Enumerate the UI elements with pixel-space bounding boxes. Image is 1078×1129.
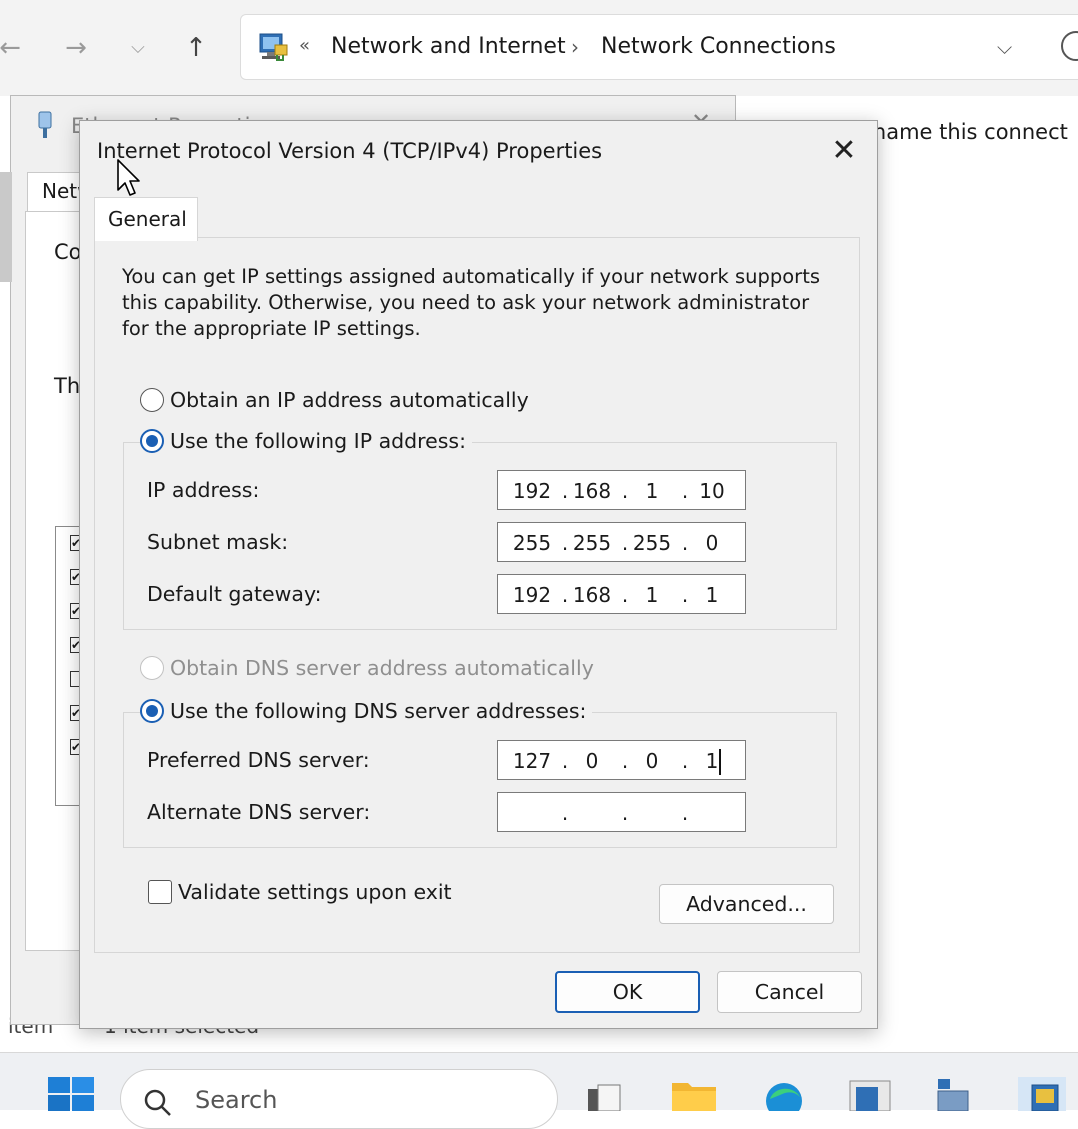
control-panel-icon[interactable]: [846, 1077, 894, 1111]
radio-checked-icon: [140, 699, 164, 723]
subnet-mask-label: Subnet mask:: [147, 530, 289, 554]
forward-button[interactable]: →: [58, 30, 94, 66]
intro-line: for the appropriate IP settings.: [122, 317, 421, 340]
intro-text: You can get IP settings assigned automat…: [122, 264, 822, 342]
advanced-button[interactable]: Advanced...: [659, 884, 834, 924]
alternate-dns-input[interactable]: . . .: [497, 792, 746, 832]
obtain-ip-automatically-label: Obtain an IP address automatically: [170, 388, 529, 412]
subnet-mask-input[interactable]: 255 . 255 . 255 . 0: [497, 522, 746, 562]
default-gateway-input[interactable]: 192 . 168 . 1 . 1: [497, 574, 746, 614]
breadcrumb-network-connections[interactable]: Network Connections: [601, 34, 836, 59]
explorer-toolbar: ← → ⌵ ↑ « Network and Internet › Network…: [0, 0, 1078, 96]
breadcrumb-overflow[interactable]: «: [299, 35, 310, 56]
windows-start-icon[interactable]: [48, 1077, 96, 1111]
network-app-icon[interactable]: [932, 1077, 980, 1111]
network-connections-app-icon[interactable]: [1018, 1077, 1066, 1111]
edge-browser-icon[interactable]: [760, 1077, 808, 1111]
back-button[interactable]: ←: [0, 30, 28, 66]
ipv4-properties-dialog: Internet Protocol Version 4 (TCP/IPv4) P…: [79, 120, 878, 1029]
octet: 255: [572, 531, 612, 555]
radio-checked-icon: [140, 429, 164, 453]
up-button[interactable]: ↑: [178, 30, 214, 66]
recent-locations-button[interactable]: ⌵: [120, 30, 156, 66]
obtain-dns-automatically-radio[interactable]: Obtain DNS server address automatically: [140, 656, 600, 680]
taskbar: Search: [0, 1052, 1078, 1129]
intro-line: this capability. Otherwise, you need to …: [122, 291, 810, 314]
ip-address-input[interactable]: 192 . 168 . 1 . 10: [497, 470, 746, 510]
items-label: Th: [54, 374, 81, 398]
octet: 127: [512, 749, 552, 773]
alternate-dns-label: Alternate DNS server:: [147, 800, 371, 824]
octet: 1: [705, 749, 719, 773]
octet: 168: [572, 479, 612, 503]
ethernet-icon: [38, 111, 52, 138]
tab-general[interactable]: General: [94, 197, 198, 241]
validate-settings-checkbox[interactable]: Validate settings upon exit: [148, 880, 452, 904]
intro-line: You can get IP settings assigned automat…: [122, 265, 821, 288]
refresh-icon[interactable]: [1061, 31, 1078, 61]
octet: 1: [645, 479, 659, 503]
use-following-ip-radio[interactable]: Use the following IP address:: [140, 429, 473, 453]
octet: 255: [512, 531, 552, 555]
search-icon: [144, 1089, 171, 1116]
address-bar[interactable]: « Network and Internet › Network Connect…: [240, 14, 1078, 80]
file-explorer-icon[interactable]: [670, 1077, 718, 1111]
use-following-dns-label: Use the following DNS server addresses:: [170, 699, 587, 723]
address-dropdown-icon[interactable]: ⌵: [997, 35, 1012, 59]
octet: 10: [699, 479, 725, 503]
connect-using-label: Co: [54, 240, 82, 264]
octet: 0: [585, 749, 599, 773]
use-following-dns-radio[interactable]: Use the following DNS server addresses:: [140, 699, 593, 723]
breadcrumb-network-and-internet[interactable]: Network and Internet: [331, 34, 566, 59]
general-tab-panel: You can get IP settings assigned automat…: [94, 237, 860, 953]
octet: 0: [645, 749, 659, 773]
close-icon[interactable]: ✕: [822, 131, 866, 171]
octet: 0: [705, 531, 719, 555]
preferred-dns-label: Preferred DNS server:: [147, 748, 370, 772]
radio-disabled-icon: [140, 656, 164, 680]
octet: 255: [632, 531, 672, 555]
cancel-button[interactable]: Cancel: [717, 971, 862, 1013]
ok-button[interactable]: OK: [555, 971, 700, 1013]
octet: 1: [645, 583, 659, 607]
taskbar-search[interactable]: Search: [120, 1069, 558, 1129]
rename-connection-command[interactable]: ename this connect: [860, 120, 1068, 144]
checkbox-unchecked-icon: [148, 880, 172, 904]
obtain-ip-automatically-radio[interactable]: Obtain an IP address automatically: [140, 388, 535, 412]
sidebar-strip: [0, 172, 12, 282]
task-view-icon[interactable]: [582, 1077, 630, 1111]
default-gateway-label: Default gateway:: [147, 582, 322, 606]
text-caret: [719, 749, 721, 775]
validate-settings-label: Validate settings upon exit: [178, 880, 452, 904]
use-following-ip-label: Use the following IP address:: [170, 429, 467, 453]
mouse-cursor-icon: [117, 159, 140, 196]
octet: 192: [512, 583, 552, 607]
preferred-dns-input[interactable]: 127 . 0 . 0 . 1: [497, 740, 746, 780]
dialog-title: Internet Protocol Version 4 (TCP/IPv4) P…: [97, 139, 603, 163]
network-connections-icon: [259, 33, 288, 61]
octet: 192: [512, 479, 552, 503]
breadcrumb-separator[interactable]: ›: [571, 35, 579, 59]
obtain-dns-automatically-label: Obtain DNS server address automatically: [170, 656, 594, 680]
octet: 1: [705, 583, 719, 607]
radio-unchecked-icon: [140, 388, 164, 412]
ip-address-label: IP address:: [147, 478, 260, 502]
octet: 168: [572, 583, 612, 607]
